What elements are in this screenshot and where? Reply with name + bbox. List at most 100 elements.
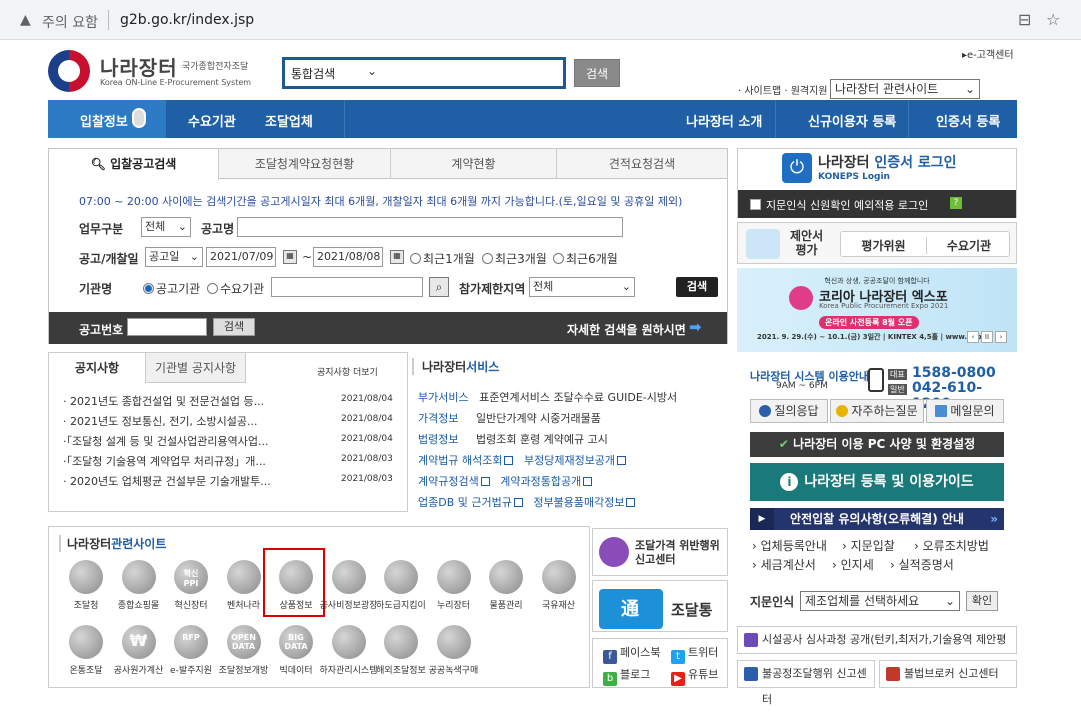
star-icon[interactable]: ☆ [1046,10,1060,29]
tab-org-notices[interactable]: 기관별 공지사항 [146,353,246,383]
notice-name-input[interactable] [237,217,623,237]
facility-review-link[interactable]: 시설공사 심사과정 공개(턴키,최저가,기술용역 제안평가) [737,626,1017,672]
price-violation-report-card[interactable]: 조달가격 위반행위 신고센터 [592,528,728,576]
range-1month[interactable]: 최근1개월 [410,250,475,267]
help-icon[interactable]: ? [950,197,962,209]
manufacturer-select[interactable]: 제조업체를 선택하세요 ⌄ [800,591,960,611]
blog-link[interactable]: b 블로그 [603,666,650,686]
site-icon [541,560,576,594]
related-sites-select[interactable]: 나라장터 관련사이트 ⌄ [830,79,980,99]
link-contract-rules[interactable]: 계약규정검색 [418,475,479,488]
arrow-right-icon[interactable]: ➡ [689,318,702,336]
tab-bid-search[interactable]: 🔍︎ 입찰공고검색 [49,149,219,180]
search-button[interactable]: 검색 [574,59,620,87]
tab-contract-request[interactable]: 조달청계약요청현황 [219,149,391,179]
related-site-1-9[interactable]: 국유재산 [526,560,588,618]
advanced-search-link[interactable]: 자세한 검색을 원하시면 [567,321,686,338]
list-item[interactable]: · 2021년도 정보통신, 전기, 소방시설공... 2021/08/04 [63,413,403,429]
site-icon [489,560,523,594]
external-link-icon [504,456,514,465]
facebook-link[interactable]: f 페이스북 [603,644,660,664]
quick-link[interactable]: › 세금계산서 [752,556,816,573]
quick-link[interactable]: › 지문입찰 [842,537,895,554]
tag-main: 대표 [888,369,907,380]
link-sanctions[interactable]: 부정당제재정보공개 [524,454,615,467]
list-item[interactable]: · 2021년도 종합건설업 및 전문건설업 등... 2021/08/04 [63,393,403,409]
fingerprint-exception-checkbox[interactable] [750,199,761,210]
list-item[interactable]: ·「조달청 기술용역 계약업무 처리규정」개... 2021/08/03 [63,453,403,469]
date-from-input[interactable]: 2021/07/09 [206,247,276,267]
range-3month[interactable]: 최근3개월 [482,250,547,267]
security-status[interactable]: 주의 요함 [42,12,98,32]
link-law-interpretation[interactable]: 계약법규 해석조회 [418,454,502,467]
work-type-select[interactable]: 전체 ⌄ [141,217,191,237]
notices-more-link[interactable]: 공지사항 더보기 [317,365,378,378]
tab-notices[interactable]: 공지사항 [49,353,146,383]
tab-quote-search[interactable]: 견적요청검색 [557,149,727,179]
pc-spec-button[interactable]: ✔ 나라장터 이용 PC 사양 및 환경설정 [750,432,1004,457]
date-to-input[interactable]: 2021/08/08 [313,247,383,267]
calendar-icon[interactable]: ▦ [283,250,297,264]
search-input[interactable]: 통합검색 ⌄ [282,57,566,89]
quick-link[interactable]: › 인지세 [832,556,874,573]
tab-contract-status[interactable]: 계약현황 [391,149,557,179]
cert-login-button[interactable]: ⏻ 나라장터 인증서 로그인 KONEPS Login [738,149,1016,189]
evaluator-button[interactable]: 평가위원 [841,237,926,254]
registration-guide-button[interactable]: i 나라장터 등록 및 이용가이드 [750,463,1004,501]
logo-title: 나라장터 [100,56,178,80]
broker-report[interactable]: 불법브로커 신고센터 [879,660,1017,688]
banner-next-button[interactable]: › [995,331,1007,343]
service-row[interactable]: 부가서비스 표준연계서비스 조달수수료 GUIDE-시방서 [418,389,677,405]
calendar-icon[interactable]: ▦ [390,250,404,264]
link-contract-process[interactable]: 계약과정통합공개 [500,475,581,488]
warning-icon[interactable]: ▲ [20,12,31,28]
nav-suppliers[interactable]: 조달업체 [265,111,313,130]
sitemap-link[interactable]: · 사이트맵 · 원격지원 [738,82,828,97]
banner-pause-button[interactable]: II [981,331,993,343]
demand-org-button[interactable]: 수요기관 [926,237,1011,254]
nav-about[interactable]: 나라장터 소개 [686,111,762,130]
org-notice[interactable]: 공고기관 [143,280,200,297]
mail-button[interactable]: 메일문의 [926,399,1004,423]
org-name-input[interactable] [271,277,423,297]
related-site-2-7[interactable]: 공공녹색구매 [421,625,483,683]
bid-search-submit[interactable]: 검색 [676,277,718,297]
quick-link[interactable]: › 오류조치방법 [914,537,989,554]
faq-button[interactable]: 자주하는질문 [830,399,924,423]
link-industry-db[interactable]: 업종DB 및 근거법규 [418,496,512,509]
expo-banner[interactable]: 혁신과 상생, 공공조달이 함께합니다 코리아 나라장터 엑스포 Korea P… [737,268,1017,352]
quick-link[interactable]: › 업체등록안내 [752,537,827,554]
banner-prev-button[interactable]: ‹ [967,331,979,343]
qna-button[interactable]: 질의응답 [750,399,828,423]
nav-new-user[interactable]: 신규이용자 등록 [808,111,896,130]
bid-search-panel: 🔍︎ 입찰공고검색 조달청계약요청현황 계약현황 견적요청검색 07:00 ~ … [48,148,728,344]
list-item[interactable]: ·「조달청 설계 등 및 건설사업관리용역사업... 2021/08/04 [63,433,403,449]
search-scope-select[interactable]: 통합검색 [291,65,335,82]
region-select[interactable]: 전체 ⌄ [529,277,635,297]
url-field[interactable]: g2b.go.kr/index.jsp [120,12,254,28]
range-6month[interactable]: 최근6개월 [553,250,618,267]
site-icon-glyph: ₩ [129,631,148,650]
search-icon[interactable]: ⌕ [429,277,449,297]
org-demand[interactable]: 수요기관 [207,280,264,297]
site-logo[interactable]: 나라장터 국가종합전자조달 Korea ON-Line E-Procuremen… [48,50,278,94]
youtube-link[interactable]: ▶ 유튜브 [671,666,718,686]
nav-demand-org[interactable]: 수요기관 [188,111,236,130]
service-row[interactable]: 법령정보 법령조회 훈령 계약예규 고시 [418,431,608,447]
date-kind-select[interactable]: 공고일 ⌄ [145,247,203,267]
nav-bid-info[interactable]: 입찰정보 [80,111,128,130]
notice-number-input[interactable] [127,318,207,336]
confirm-button[interactable]: 확인 [966,591,998,611]
notice-number-search-button[interactable]: 검색 [213,318,255,336]
quick-link[interactable]: › 실적증명서 [890,556,954,573]
jodaltong-card[interactable]: 通 조달통 [592,580,728,632]
tab-search-icon[interactable]: ⊟ [1018,10,1031,29]
unfair-procurement-report[interactable]: 불공정조달행위 신고센터 [737,660,875,706]
service-row[interactable]: 가격정보 일반단가계약 시중거래물품 [418,410,601,426]
customer-center-link[interactable]: ▸e-고객센터 [962,46,1014,61]
link-surplus-sale[interactable]: 정부불용품매각정보 [533,496,624,509]
nav-cert-register[interactable]: 인증서 등록 [936,111,1000,130]
safe-bidding-button[interactable]: ▶ 안전입찰 유의사항(오류해결) 안내» [750,508,1004,530]
list-item[interactable]: · 2020년도 업체평균 건설부문 기술개발투... 2021/08/03 [63,473,403,489]
twitter-link[interactable]: t 트위터 [671,644,718,664]
